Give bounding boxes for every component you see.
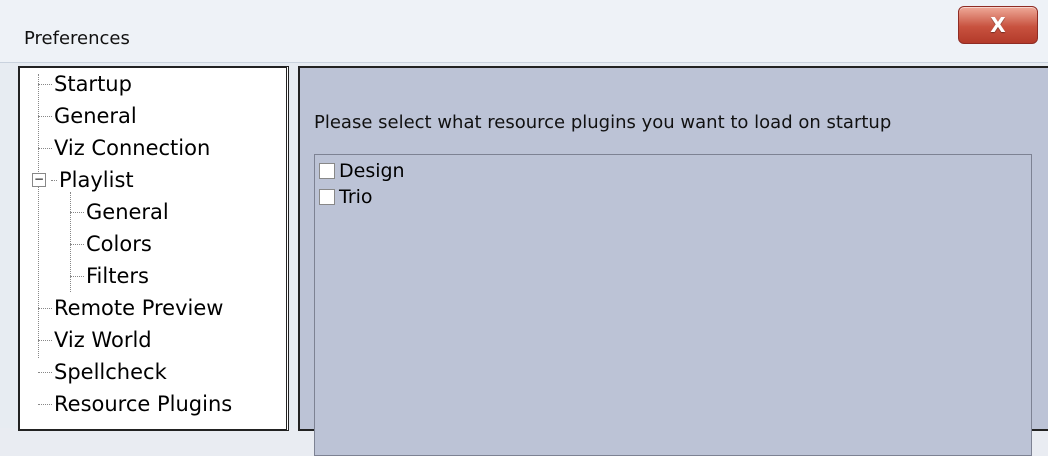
tree-item-playlist-general[interactable]: General bbox=[70, 196, 169, 228]
dialog-content: Startup General Viz Connection − Playlis… bbox=[0, 63, 1048, 456]
tree-item-playlist-colors[interactable]: Colors bbox=[70, 228, 152, 260]
playlist-collapse-icon[interactable]: − bbox=[32, 173, 46, 187]
tree-item-playlist-filters[interactable]: Filters bbox=[70, 260, 149, 292]
tree-item-startup[interactable]: Startup bbox=[38, 68, 132, 100]
trio-label: Trio bbox=[339, 186, 373, 208]
tree-item-viz-world[interactable]: Viz World bbox=[38, 324, 152, 356]
tree-item-spellcheck[interactable]: Spellcheck bbox=[38, 356, 167, 388]
tree-item-remote-preview[interactable]: Remote Preview bbox=[38, 292, 223, 324]
tree-item-viz-connection[interactable]: Viz Connection bbox=[38, 132, 210, 164]
trio-checkbox[interactable] bbox=[319, 189, 335, 205]
resource-plugins-panel: Please select what resource plugins you … bbox=[298, 66, 1048, 456]
close-icon: X bbox=[990, 13, 1006, 37]
tree-item-playlist[interactable]: Playlist bbox=[51, 164, 134, 196]
window-title: Preferences bbox=[24, 28, 130, 49]
title-bar: Preferences X bbox=[0, 0, 1048, 63]
plugins-prompt: Please select what resource plugins you … bbox=[314, 112, 892, 133]
preferences-tree[interactable]: Startup General Viz Connection − Playlis… bbox=[18, 66, 289, 431]
design-label: Design bbox=[339, 160, 405, 182]
plugin-item-design[interactable]: Design bbox=[319, 159, 405, 183]
close-button[interactable]: X bbox=[958, 6, 1038, 44]
plugin-item-trio[interactable]: Trio bbox=[319, 185, 373, 209]
plugins-checklist[interactable]: Design Trio bbox=[314, 154, 1032, 456]
tree-item-general[interactable]: General bbox=[38, 100, 137, 132]
preferences-window: Preferences X Startup General Viz Connec… bbox=[0, 0, 1048, 456]
tree-item-resource-plugins[interactable]: Resource Plugins bbox=[38, 388, 232, 420]
design-checkbox[interactable] bbox=[319, 163, 335, 179]
